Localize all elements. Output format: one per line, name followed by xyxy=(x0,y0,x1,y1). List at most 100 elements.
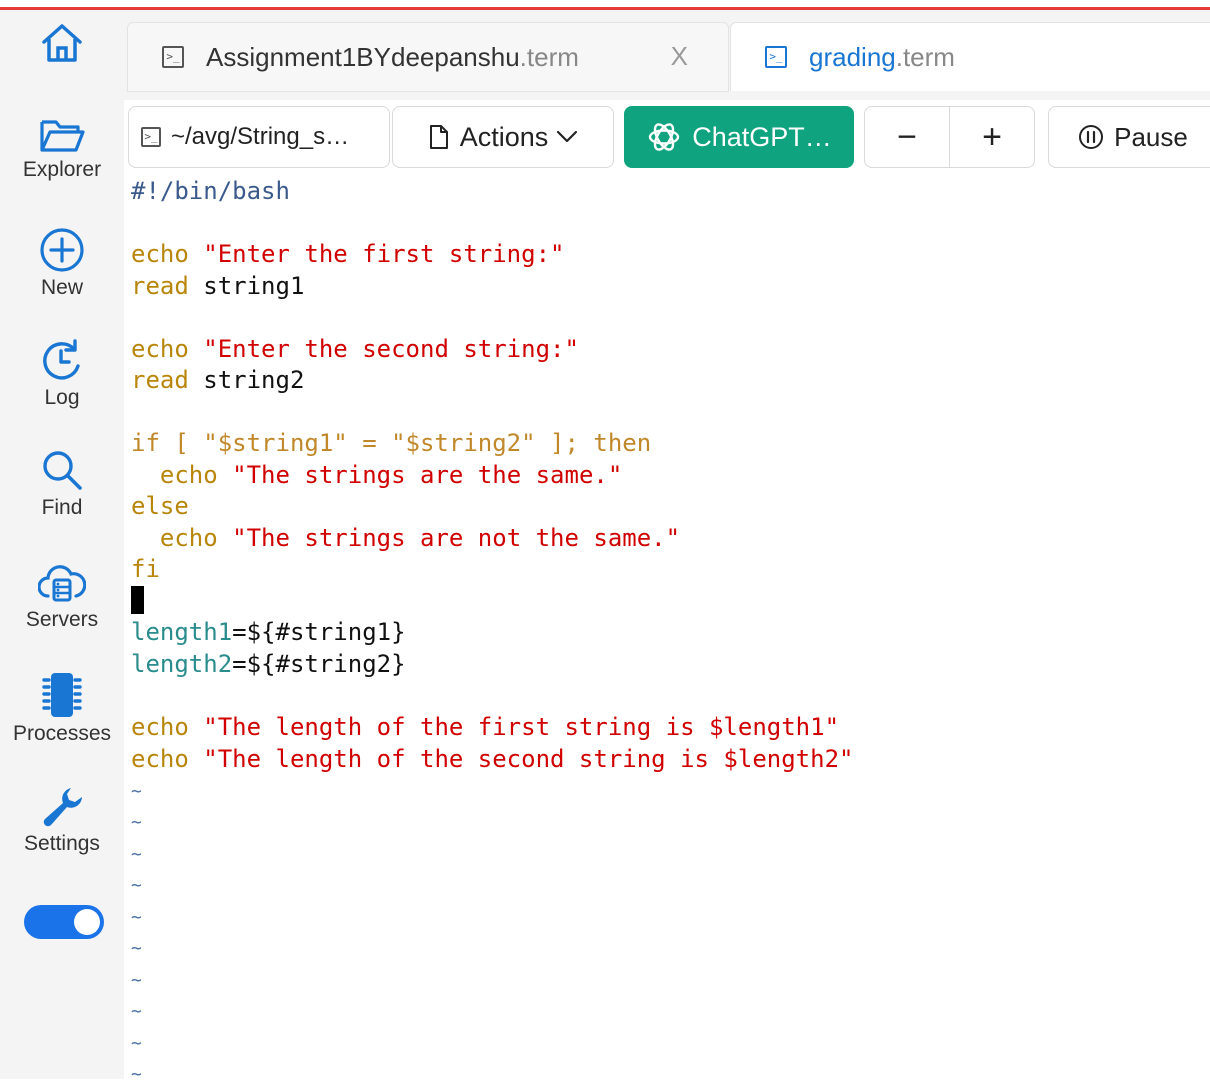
empty-line-marker: ~ xyxy=(131,938,142,959)
terminal-icon: >_ xyxy=(162,46,184,68)
code-keyword: else xyxy=(131,492,189,520)
chevron-down-icon xyxy=(557,130,578,143)
theme-toggle[interactable] xyxy=(24,905,104,939)
empty-line-marker: ~ xyxy=(131,1001,142,1022)
sidebar-item-settings[interactable]: Settings xyxy=(0,782,124,856)
terminal-icon: >_ xyxy=(141,127,161,147)
terminal-icon: >_ xyxy=(765,46,787,68)
code-line: read string2 xyxy=(131,365,304,396)
sidebar-item-label: Processes xyxy=(12,722,112,745)
wrench-icon xyxy=(43,788,82,827)
tab-grading[interactable]: >_ grading .term xyxy=(730,22,1210,91)
terminal-toolbar: >_ ~/avg/String_s… Actions ChatGPT… − + … xyxy=(124,100,1210,176)
chip-icon xyxy=(42,673,82,717)
sidebar-item-label: Log xyxy=(44,386,80,409)
tab-label: Assignment1BYdeepanshu xyxy=(206,41,520,72)
code-keyword: read xyxy=(131,272,189,300)
code-text: string2 xyxy=(203,366,305,394)
code-line: if [ "$string1" = "$string2" ]; then xyxy=(131,428,651,459)
path-label: ~/avg/String_s… xyxy=(171,123,350,150)
code-line: echo "The length of the first string is … xyxy=(131,712,839,743)
code-conditional: if [ "$string1" = "$string2" ]; then xyxy=(131,429,652,457)
path-button[interactable]: >_ ~/avg/String_s… xyxy=(128,106,390,168)
code-line: fi xyxy=(131,554,160,585)
code-line: echo "Enter the second string:" xyxy=(131,334,579,365)
text-cursor xyxy=(131,586,144,614)
empty-line-marker: ~ xyxy=(131,1033,142,1054)
code-line: #!/bin/bash xyxy=(131,176,290,207)
sidebar-item-label: Explorer xyxy=(22,158,102,181)
code-text: =${#string1} xyxy=(232,618,406,646)
plus-circle-icon xyxy=(40,228,84,272)
code-variable: length1 xyxy=(131,618,233,646)
sidebar: Explorer New Log Find Servers Processes … xyxy=(0,10,124,1079)
code-keyword: echo xyxy=(131,713,189,741)
code-line: echo "The strings are the same." xyxy=(131,460,622,491)
sidebar-item-processes[interactable]: Processes xyxy=(0,670,124,746)
code-line: echo "The length of the second string is… xyxy=(131,744,853,775)
code-keyword: echo xyxy=(131,335,189,363)
sidebar-item-find[interactable]: Find xyxy=(0,446,124,520)
code-string: "The strings are not the same." xyxy=(232,524,681,552)
code-keyword: echo xyxy=(131,524,218,552)
code-line: else xyxy=(131,491,189,522)
pause-icon xyxy=(1079,125,1104,149)
code-string: "The length of the second string is $len… xyxy=(203,745,854,773)
shebang-text: #!/bin/bash xyxy=(131,177,290,205)
tab-assignment[interactable]: >_ Assignment1BYdeepanshu .term X xyxy=(127,22,729,92)
code-text: string1 xyxy=(203,272,305,300)
openai-icon xyxy=(649,123,680,151)
toggle-knob xyxy=(74,909,100,935)
chatgpt-label: ChatGPT… xyxy=(692,121,832,152)
sidebar-item-explorer[interactable]: Explorer xyxy=(0,116,124,182)
tab-extension: .term xyxy=(519,41,579,72)
sidebar-item-new[interactable]: New xyxy=(0,226,124,300)
empty-line-marker: ~ xyxy=(131,781,142,802)
sidebar-item-label: New xyxy=(40,276,83,299)
code-keyword: echo xyxy=(131,461,218,489)
code-keyword: fi xyxy=(131,555,160,583)
home-button[interactable] xyxy=(0,20,124,66)
close-tab-button[interactable]: X xyxy=(671,41,688,72)
sidebar-item-label: Servers xyxy=(25,608,99,631)
actions-button[interactable]: Actions xyxy=(392,106,614,168)
empty-line-marker: ~ xyxy=(131,844,142,865)
document-icon xyxy=(429,125,448,149)
sidebar-item-log[interactable]: Log xyxy=(0,336,124,410)
empty-line-marker: ~ xyxy=(131,875,142,896)
code-line: length1=${#string1} xyxy=(131,617,406,648)
empty-line-marker: ~ xyxy=(131,812,142,833)
code-line xyxy=(131,586,144,617)
code-string: "Enter the first string:" xyxy=(203,240,565,268)
clock-history-icon xyxy=(43,339,80,380)
chatgpt-button[interactable]: ChatGPT… xyxy=(624,106,854,168)
actions-label: Actions xyxy=(459,121,549,152)
tab-label: grading xyxy=(809,41,896,72)
empty-line-marker: ~ xyxy=(131,970,142,991)
cloud-server-icon xyxy=(38,565,86,602)
code-string: "The length of the first string is $leng… xyxy=(203,713,840,741)
search-icon xyxy=(43,451,82,490)
sidebar-item-servers[interactable]: Servers xyxy=(0,562,124,632)
code-line: echo "The strings are not the same." xyxy=(131,523,680,554)
empty-line-marker: ~ xyxy=(131,1064,142,1085)
code-variable: length2 xyxy=(131,650,233,678)
empty-line-marker: ~ xyxy=(131,907,142,928)
folder-open-icon xyxy=(40,120,85,152)
pause-label: Pause xyxy=(1114,121,1188,152)
code-line: read string1 xyxy=(131,271,304,302)
pause-button[interactable]: Pause xyxy=(1048,106,1210,168)
zoom-out-button[interactable]: − xyxy=(864,106,950,168)
tab-extension: .term xyxy=(895,41,955,72)
zoom-in-button[interactable]: + xyxy=(949,106,1035,168)
sidebar-item-label: Find xyxy=(41,496,83,519)
tab-bar: >_ Assignment1BYdeepanshu .term X >_ grad… xyxy=(124,10,1210,100)
code-line: length2=${#string2} xyxy=(131,649,406,680)
sidebar-item-label: Settings xyxy=(24,832,100,855)
code-keyword: echo xyxy=(131,240,189,268)
code-line: echo "Enter the first string:" xyxy=(131,239,564,270)
code-text: =${#string2} xyxy=(232,650,406,678)
code-string: "The strings are the same." xyxy=(232,461,623,489)
code-keyword: read xyxy=(131,366,189,394)
terminal-view[interactable]: #!/bin/bash echo "Enter the first string… xyxy=(124,176,1210,1085)
